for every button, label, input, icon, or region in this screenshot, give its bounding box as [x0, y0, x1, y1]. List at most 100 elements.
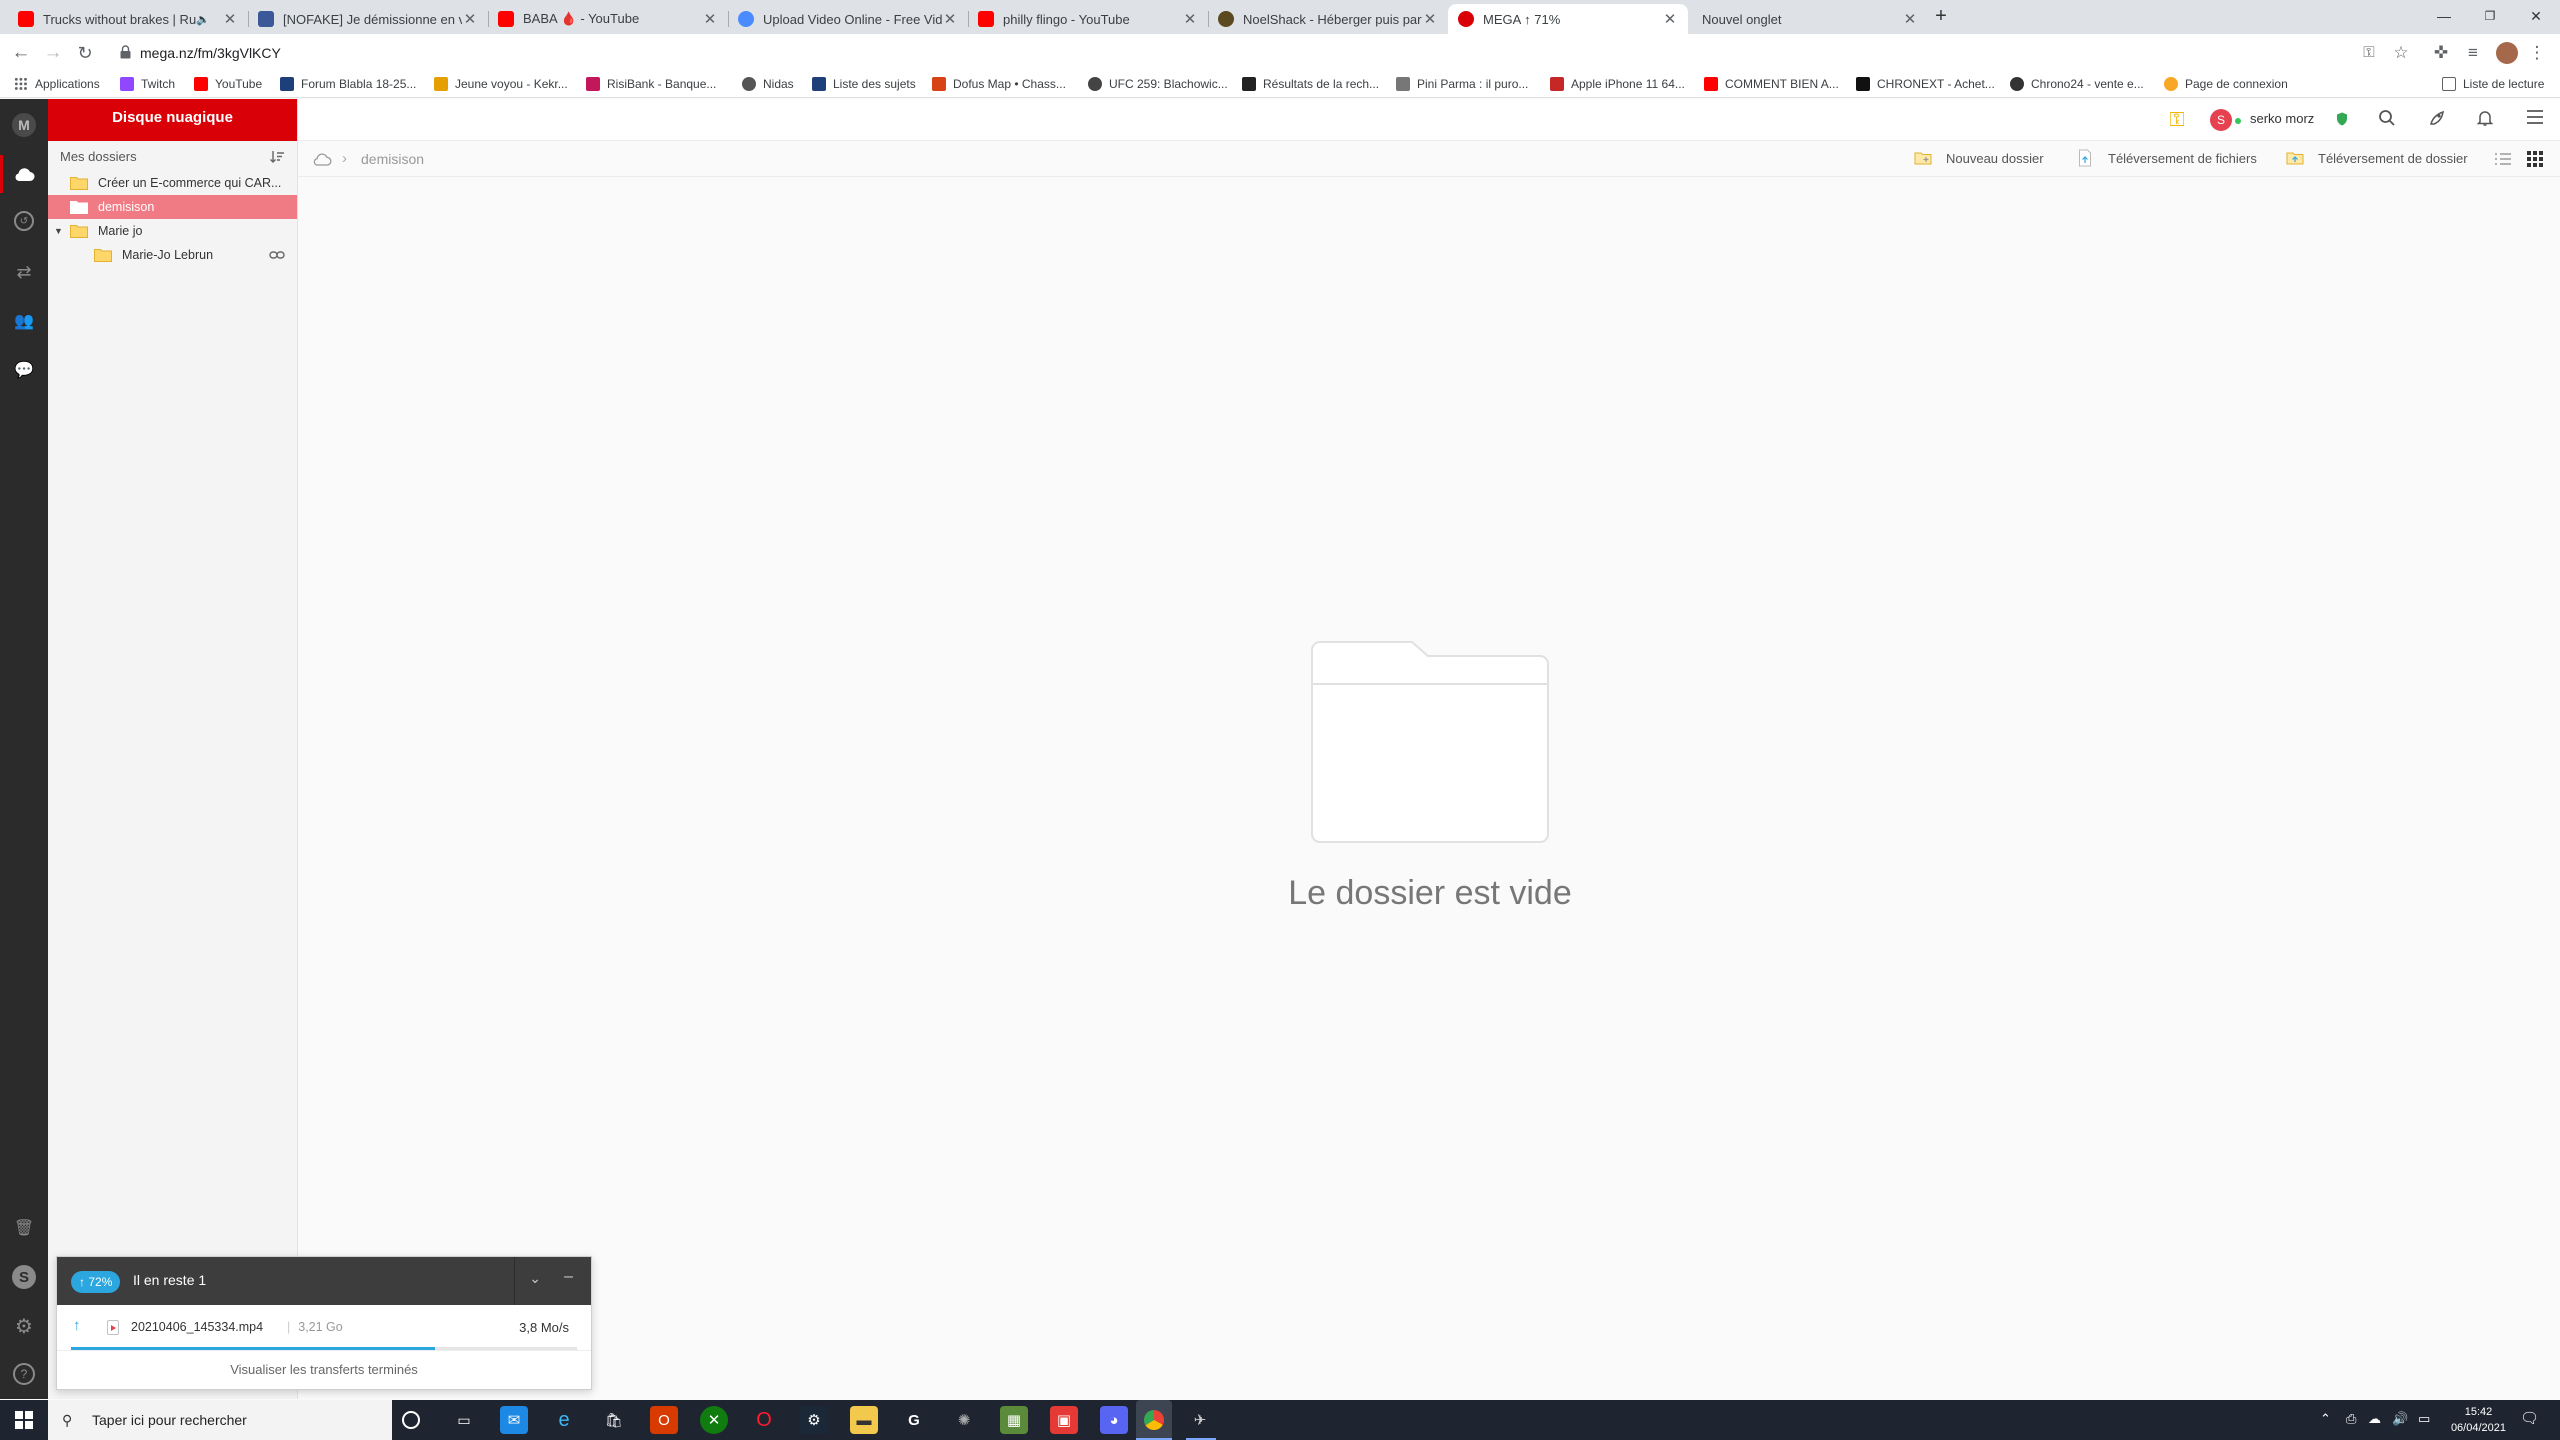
- bookmark-comment-bien[interactable]: COMMENT BIEN A...: [1704, 75, 1839, 93]
- taskbar-search-box[interactable]: ⚲ Taper ici pour rechercher: [48, 1400, 392, 1440]
- tray-device-icon[interactable]: ⎙: [2346, 1411, 2356, 1427]
- new-folder-button[interactable]: Nouveau dossier: [1914, 149, 2044, 167]
- browser-tab[interactable]: Nouvel onglet ✕: [1688, 4, 1928, 34]
- list-view-icon[interactable]: [2494, 150, 2512, 168]
- upload-files-button[interactable]: Téléversement de fichiers: [2076, 149, 2257, 167]
- volume-icon[interactable]: 🔊: [2392, 1411, 2408, 1427]
- store-icon[interactable]: 🛍: [600, 1406, 628, 1434]
- minimize-window-icon[interactable]: —: [2424, 4, 2464, 28]
- app-icon[interactable]: ▣: [1050, 1406, 1078, 1434]
- key-icon[interactable]: ⚿: [2166, 109, 2188, 131]
- media-control-icon[interactable]: ≡: [2460, 40, 2486, 66]
- discord-icon[interactable]: ◕: [1100, 1406, 1128, 1434]
- system-clock[interactable]: 15:42 06/04/2021: [2451, 1404, 2506, 1436]
- minimize-icon[interactable]: –: [564, 1268, 573, 1286]
- close-tab-icon[interactable]: ✕: [1662, 10, 1678, 28]
- reading-list[interactable]: Liste de lecture: [2442, 75, 2544, 93]
- help-icon[interactable]: ?: [13, 1363, 35, 1385]
- sort-icon[interactable]: [269, 149, 285, 165]
- extensions-puzzle-icon[interactable]: ✜: [2428, 40, 2454, 66]
- close-tab-icon[interactable]: ✕: [1182, 10, 1198, 28]
- tree-item-folder-selected[interactable]: demisison: [48, 195, 297, 219]
- bookmark-dofus-map[interactable]: Dofus Map • Chass...: [932, 75, 1066, 93]
- tree-item-folder[interactable]: Marie-Jo Lebrun: [48, 243, 297, 267]
- address-bar[interactable]: mega.nz/fm/3kgVlKCY: [112, 40, 2312, 66]
- transfer-widget-header[interactable]: ↑ 72% Il en reste 1 ⌄ –: [57, 1257, 591, 1305]
- search-icon[interactable]: [2376, 109, 2398, 131]
- restore-window-icon[interactable]: ❐: [2470, 4, 2510, 28]
- breadcrumb-current-folder[interactable]: demisison: [361, 151, 424, 167]
- steam-icon[interactable]: ⚙: [800, 1406, 828, 1434]
- username[interactable]: serko morz: [2250, 111, 2314, 126]
- mega-logo-icon[interactable]: M: [12, 113, 36, 137]
- close-tab-icon[interactable]: ✕: [222, 10, 238, 28]
- close-tab-icon[interactable]: ✕: [1422, 10, 1438, 28]
- back-icon[interactable]: ←: [8, 40, 34, 66]
- bookmark-pini-parma[interactable]: Pini Parma : il puro...: [1396, 75, 1528, 93]
- account-avatar-icon[interactable]: S: [12, 1265, 36, 1289]
- tree-item-folder[interactable]: Créer un E-commerce qui CAR...: [48, 171, 297, 195]
- close-tab-icon[interactable]: ✕: [702, 10, 718, 28]
- bookmark-chrono24[interactable]: Chrono24 - vente e...: [2010, 75, 2144, 93]
- logitech-icon[interactable]: G: [900, 1406, 928, 1434]
- task-view-icon[interactable]: ▭: [450, 1406, 478, 1434]
- browser-tab[interactable]: Trucks without brakes | Runa 🔈 ✕: [8, 4, 248, 34]
- notifications-bell-icon[interactable]: [2474, 109, 2496, 131]
- bookmark-forum-blabla[interactable]: Forum Blabla 18-25...: [280, 75, 416, 93]
- reload-icon[interactable]: ↻: [72, 40, 98, 66]
- browser-tab[interactable]: NoelShack - Héberger puis parta ✕: [1208, 4, 1448, 34]
- recents-clock-icon[interactable]: ↺: [14, 211, 34, 231]
- app-icon[interactable]: ✺: [950, 1406, 978, 1434]
- view-completed-transfers-link[interactable]: Visualiser les transferts terminés: [57, 1351, 591, 1389]
- grid-view-icon[interactable]: [2526, 150, 2544, 168]
- browser-tab[interactable]: philly flingo - YouTube ✕: [968, 4, 1208, 34]
- hamburger-menu-icon[interactable]: [2524, 109, 2546, 131]
- notifications-icon[interactable]: 🗨: [2520, 1409, 2539, 1427]
- upload-folder-button[interactable]: Téléversement de dossier: [2286, 149, 2468, 167]
- cloud-drive-icon[interactable]: [12, 162, 36, 186]
- chat-icon[interactable]: 💬: [12, 358, 36, 382]
- bookmark-ufc[interactable]: UFC 259: Blachowic...: [1088, 75, 1228, 93]
- browser-tab[interactable]: Upload Video Online - Free Video ✕: [728, 4, 968, 34]
- edge-browser-icon[interactable]: e: [550, 1406, 578, 1434]
- browser-tab[interactable]: [NOFAKE] Je démissionne en voc ✕: [248, 4, 488, 34]
- star-bookmark-icon[interactable]: ☆: [2388, 40, 2414, 66]
- bookmark-iphone[interactable]: Apple iPhone 11 64...: [1550, 75, 1685, 93]
- browser-menu-icon[interactable]: ⋮: [2524, 40, 2550, 66]
- bookmark-liste-sujets[interactable]: Liste des sujets: [812, 75, 916, 93]
- file-explorer-icon[interactable]: ▬: [850, 1406, 878, 1434]
- network-icon[interactable]: ▭: [2418, 1411, 2430, 1427]
- rubbish-bin-icon[interactable]: 🗑: [12, 1216, 36, 1240]
- windows-start-icon[interactable]: [0, 1400, 48, 1440]
- bookmark-apps[interactable]: Applications: [14, 75, 100, 93]
- rocket-icon[interactable]: [2426, 109, 2448, 131]
- tray-chevron-icon[interactable]: ⌃: [2320, 1411, 2331, 1427]
- cortana-icon[interactable]: [402, 1411, 420, 1429]
- xbox-icon[interactable]: ✕: [700, 1406, 728, 1434]
- bookmark-twitch[interactable]: Twitch: [120, 75, 175, 93]
- transfers-icon[interactable]: ⇄: [12, 260, 36, 284]
- expand-arrow-icon[interactable]: ▼: [54, 219, 63, 243]
- speaker-muted-icon[interactable]: 🔈: [196, 13, 212, 26]
- key-icon[interactable]: ⚿: [2356, 40, 2382, 66]
- user-avatar[interactable]: S: [2210, 109, 2232, 131]
- collapse-chevron-icon[interactable]: ⌄: [529, 1270, 541, 1287]
- bookmark-nidas[interactable]: Nidas: [742, 75, 794, 93]
- mail-icon[interactable]: ✉: [500, 1406, 528, 1434]
- close-tab-icon[interactable]: ✕: [462, 10, 478, 28]
- contacts-icon[interactable]: 👥: [12, 309, 36, 333]
- profile-avatar[interactable]: [2494, 40, 2520, 66]
- tree-item-folder[interactable]: ▼ Marie jo: [48, 219, 297, 243]
- bookmark-jeune-voyou[interactable]: Jeune voyou - Kekr...: [434, 75, 568, 93]
- bookmark-resultats[interactable]: Résultats de la rech...: [1242, 75, 1379, 93]
- bookmark-page-connexion[interactable]: Page de connexion: [2164, 75, 2288, 93]
- close-tab-icon[interactable]: ✕: [1902, 10, 1918, 28]
- office-icon[interactable]: O: [650, 1406, 678, 1434]
- close-window-icon[interactable]: ✕: [2516, 4, 2556, 28]
- onedrive-icon[interactable]: ☁: [2368, 1411, 2381, 1427]
- settings-gear-icon[interactable]: ⚙: [12, 1314, 36, 1338]
- bookmark-chronext[interactable]: CHRONEXT - Achet...: [1856, 75, 1995, 93]
- forward-icon[interactable]: →: [40, 40, 66, 66]
- chrome-icon[interactable]: [1136, 1400, 1172, 1440]
- bookmark-risibank[interactable]: RisiBank - Banque...: [586, 75, 716, 93]
